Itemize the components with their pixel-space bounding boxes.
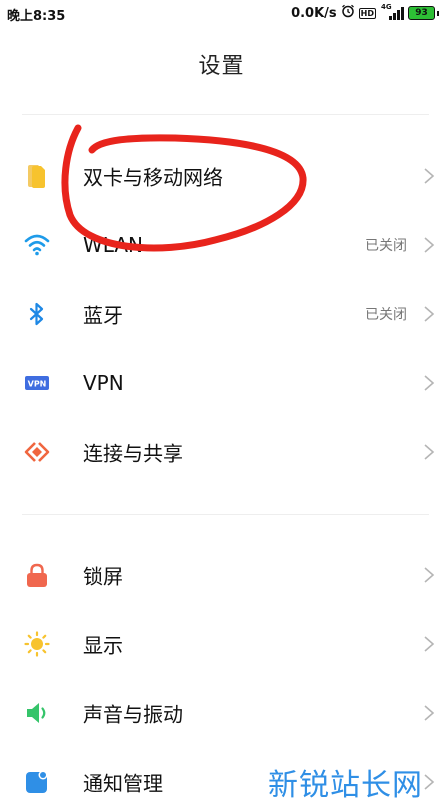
speaker-icon <box>24 700 50 726</box>
settings-item-label: 声音与振动 <box>83 702 183 727</box>
settings-item-label: VPN <box>83 371 124 395</box>
settings-item-wlan[interactable]: WLAN 已关闭 <box>0 215 443 275</box>
battery-level: 93 <box>415 8 428 18</box>
sun-icon <box>24 631 50 657</box>
vpn-icon: VPN <box>24 370 50 396</box>
hd-icon: HD <box>358 7 376 19</box>
chevron-right-icon <box>423 304 435 324</box>
chevron-right-icon <box>423 703 435 723</box>
settings-item-label: 显示 <box>83 633 123 658</box>
chevron-right-icon <box>423 166 435 186</box>
notification-icon <box>24 769 50 795</box>
settings-item-label: 锁屏 <box>83 564 123 589</box>
chevron-right-icon <box>423 442 435 462</box>
sim-card-icon <box>24 163 50 189</box>
chevron-right-icon <box>423 565 435 585</box>
status-time: 晚上8:35 <box>7 9 66 24</box>
status-bar: 晚上8:35 0.0K/s HD 4G 93 <box>0 0 443 26</box>
header-divider <box>22 114 429 115</box>
settings-item-label: 双卡与移动网络 <box>83 165 223 190</box>
share-icon <box>24 439 50 465</box>
svg-text:VPN: VPN <box>28 380 47 389</box>
settings-item-bluetooth[interactable]: 蓝牙 已关闭 <box>0 284 443 344</box>
settings-item-connection-sharing[interactable]: 连接与共享 <box>0 422 443 482</box>
lock-icon <box>24 562 50 588</box>
chevron-right-icon <box>423 235 435 255</box>
watermark: 新锐站长网 <box>268 768 423 803</box>
network-type: 4G <box>381 3 392 11</box>
network-speed: 0.0K/s <box>291 5 337 21</box>
battery-tip <box>437 10 439 16</box>
settings-item-label: WLAN <box>83 233 144 257</box>
battery-icon: 93 <box>408 6 435 20</box>
settings-screen: 晚上8:35 0.0K/s HD 4G 93 设置 双卡与移动网络 WLAN 已… <box>0 0 443 810</box>
settings-item-label: 蓝牙 <box>83 303 123 328</box>
signal-icon: 4G <box>381 3 404 21</box>
settings-item-label: 通知管理 <box>83 771 163 796</box>
settings-item-display[interactable]: 显示 <box>0 614 443 674</box>
settings-item-vpn[interactable]: VPN VPN <box>0 353 443 413</box>
group-divider <box>22 514 429 515</box>
chevron-right-icon <box>423 772 435 792</box>
bluetooth-icon <box>24 301 50 327</box>
settings-item-label: 连接与共享 <box>83 441 183 466</box>
wifi-icon <box>24 232 50 258</box>
settings-item-dual-sim[interactable]: 双卡与移动网络 <box>0 146 443 206</box>
chevron-right-icon <box>423 634 435 654</box>
settings-item-value: 已关闭 <box>365 307 407 323</box>
chevron-right-icon <box>423 373 435 393</box>
settings-item-value: 已关闭 <box>365 238 407 254</box>
settings-item-lock-screen[interactable]: 锁屏 <box>0 545 443 605</box>
status-icons: 0.0K/s HD 4G 93 <box>291 3 443 22</box>
alarm-icon <box>341 4 355 22</box>
page-title: 设置 <box>198 54 245 79</box>
settings-item-sound-vibration[interactable]: 声音与振动 <box>0 683 443 743</box>
